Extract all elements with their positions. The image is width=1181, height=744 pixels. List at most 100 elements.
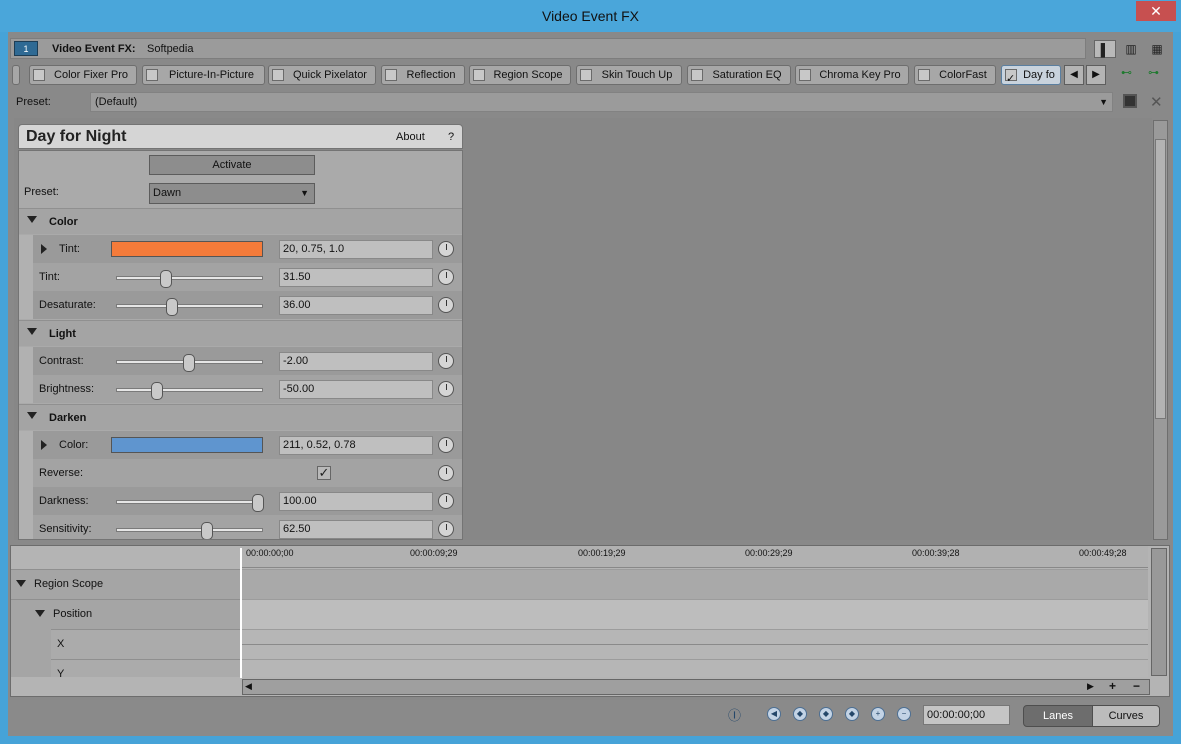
darken-color-swatch[interactable] <box>111 437 263 453</box>
expand-triangle-icon[interactable] <box>41 244 47 254</box>
track-x[interactable]: X <box>51 629 241 659</box>
scrollbar-thumb[interactable] <box>1155 139 1166 419</box>
lanes-button[interactable]: Lanes <box>1023 705 1093 727</box>
tint-value[interactable]: 31.50 <box>279 268 433 287</box>
tab-enable-checkbox[interactable] <box>691 69 703 81</box>
track-position[interactable]: Position <box>11 599 241 629</box>
remove-plugin-icon[interactable]: ⊶ <box>1148 66 1159 79</box>
scroll-right-icon[interactable]: ▶ <box>1087 681 1094 692</box>
delete-keyframe-icon[interactable]: − <box>897 707 911 721</box>
contrast-slider[interactable] <box>116 354 263 372</box>
animate-clock-icon[interactable] <box>438 353 454 369</box>
animate-clock-icon[interactable] <box>438 465 454 481</box>
zoom-out-icon[interactable]: − <box>1133 679 1140 693</box>
section-color[interactable]: Color <box>19 208 462 234</box>
contrast-value[interactable]: -2.00 <box>279 352 433 371</box>
tab-enable-checkbox[interactable]: ✓ <box>1005 69 1017 84</box>
help-link[interactable]: ? <box>448 131 454 143</box>
timeline-horizontal-scrollbar[interactable]: ◀ ▶ + − <box>242 679 1150 695</box>
tab-day-for-night[interactable]: ✓ Day fo <box>1001 65 1061 85</box>
animate-clock-icon[interactable] <box>438 493 454 509</box>
zoom-in-icon[interactable]: + <box>1109 679 1116 693</box>
tab-enable-checkbox[interactable] <box>385 69 397 81</box>
animate-clock-icon[interactable] <box>438 241 454 257</box>
track-y[interactable]: Y <box>51 659 241 677</box>
section-light[interactable]: Light <box>19 320 462 346</box>
timeline-vertical-scrollbar[interactable] <box>1151 548 1167 676</box>
view-single-icon[interactable]: ▌ <box>1094 40 1116 58</box>
slider-handle[interactable] <box>150 382 163 400</box>
timeline-ruler[interactable]: 00:00:00;00 00:00:09;29 00:00:19;29 00:0… <box>241 546 1148 568</box>
slider-handle[interactable] <box>159 270 172 288</box>
tint-slider[interactable] <box>116 270 263 288</box>
animate-clock-icon[interactable] <box>438 521 454 537</box>
slider-handle[interactable] <box>183 354 196 372</box>
tint-color-swatch[interactable] <box>111 241 263 257</box>
tab-quick-pixelator[interactable]: Quick Pixelator <box>268 65 376 85</box>
tab-enable-checkbox[interactable] <box>799 69 811 81</box>
tab-enable-checkbox[interactable] <box>272 69 284 81</box>
brightness-value[interactable]: -50.00 <box>279 380 433 399</box>
tab-saturation-eq[interactable]: Saturation EQ <box>687 65 791 85</box>
slider-handle[interactable] <box>252 494 264 512</box>
desaturate-value[interactable]: 36.00 <box>279 296 433 315</box>
tint-color-value[interactable]: 20, 0.75, 1.0 <box>279 240 433 259</box>
section-darken[interactable]: Darken <box>19 404 462 430</box>
lane-x[interactable] <box>241 629 1148 659</box>
view-multi-icon[interactable]: ▦ <box>1146 40 1168 58</box>
plugin-preset-dropdown[interactable]: Dawn ▼ <box>149 183 315 204</box>
next-keyframe-icon[interactable]: ◆ <box>845 707 859 721</box>
add-keyframe-icon[interactable]: + <box>871 707 885 721</box>
sensitivity-value[interactable]: 62.50 <box>279 520 433 539</box>
animate-clock-icon[interactable] <box>438 437 454 453</box>
timeline-lanes[interactable] <box>241 569 1148 677</box>
curves-button[interactable]: Curves <box>1092 705 1160 727</box>
desaturate-slider[interactable] <box>116 298 263 316</box>
animate-clock-icon[interactable] <box>438 297 454 313</box>
tab-scroll-left-edge[interactable] <box>12 65 20 85</box>
tab-reflection[interactable]: Reflection <box>381 65 465 85</box>
delete-preset-icon[interactable]: ✕ <box>1150 93 1163 111</box>
brightness-slider[interactable] <box>116 382 263 400</box>
darkness-slider[interactable] <box>116 494 264 512</box>
tab-color-fixer-pro[interactable]: Color Fixer Pro <box>29 65 137 85</box>
slider-handle[interactable] <box>201 522 214 539</box>
animate-clock-icon[interactable] <box>438 381 454 397</box>
slider-handle[interactable] <box>165 298 178 316</box>
sensitivity-slider[interactable] <box>116 522 263 539</box>
tab-skin-touch-up[interactable]: Skin Touch Up <box>576 65 682 85</box>
tab-enable-checkbox[interactable] <box>33 69 45 81</box>
tab-next-icon[interactable]: ▶ <box>1086 65 1106 85</box>
close-button[interactable]: ✕ <box>1136 1 1176 21</box>
tab-region-scope[interactable]: Region Scope <box>469 65 571 85</box>
darkness-value[interactable]: 100.00 <box>279 492 433 511</box>
scroll-left-icon[interactable]: ◀ <box>245 681 252 692</box>
lane-position[interactable] <box>241 599 1148 629</box>
tab-enable-checkbox[interactable] <box>918 69 930 81</box>
first-keyframe-icon[interactable]: ◀ <box>767 707 781 721</box>
tab-chroma-key-pro[interactable]: Chroma Key Pro <box>795 65 909 85</box>
insert-plugin-icon[interactable]: ⊷ <box>1121 66 1132 79</box>
tab-picture-in-picture[interactable]: Picture-In-Picture <box>142 65 265 85</box>
animate-clock-icon[interactable] <box>438 269 454 285</box>
tab-enable-checkbox[interactable] <box>580 69 592 81</box>
timecode-field[interactable]: 00:00:00;00 <box>923 705 1010 725</box>
prev-keyframe-icon[interactable]: ◆ <box>793 707 807 721</box>
tab-enable-checkbox[interactable] <box>146 69 158 81</box>
sync-cursor-icon[interactable]: Ⓘ <box>728 705 741 724</box>
tab-prev-icon[interactable]: ◀ <box>1064 65 1084 85</box>
lane-y[interactable] <box>241 659 1148 677</box>
view-split-icon[interactable]: ▥ <box>1120 40 1142 58</box>
preset-dropdown[interactable]: (Default) ▼ <box>90 92 1113 112</box>
expand-triangle-icon[interactable] <box>41 440 47 450</box>
track-region-scope[interactable]: Region Scope <box>11 569 241 599</box>
tab-enable-checkbox[interactable] <box>473 69 485 81</box>
playhead-cursor[interactable] <box>240 548 242 678</box>
panel-vertical-scrollbar[interactable] <box>1153 120 1168 540</box>
tab-colorfast[interactable]: ColorFast <box>914 65 996 85</box>
about-link[interactable]: About <box>396 131 425 143</box>
lane-region-scope[interactable] <box>241 569 1148 599</box>
activate-button[interactable]: Activate <box>149 155 315 175</box>
fx-chain-icon[interactable]: 1 <box>14 41 38 56</box>
darken-color-value[interactable]: 211, 0.52, 0.78 <box>279 436 433 455</box>
